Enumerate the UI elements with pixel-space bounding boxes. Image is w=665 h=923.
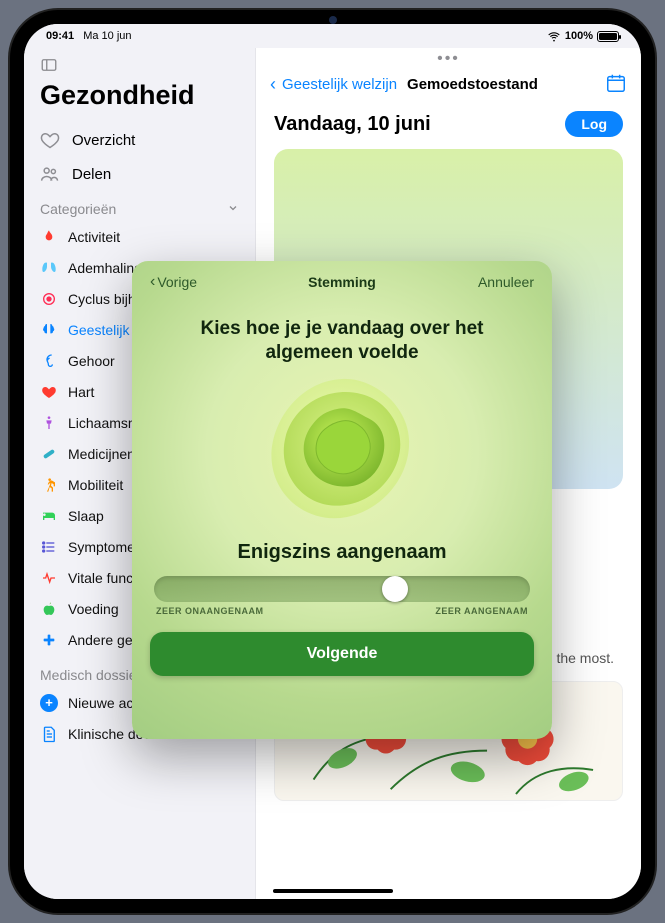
sidebar-item-overview[interactable]: Overzicht [24, 123, 255, 157]
log-button[interactable]: Log [565, 111, 623, 137]
category-label: Ademhaling [68, 260, 142, 276]
list-icon [40, 538, 58, 556]
status-date: Ma 10 jun [83, 30, 131, 42]
category-label: Slaap [68, 508, 104, 524]
modal-title: Stemming [308, 274, 376, 290]
category-label: Mobiliteit [68, 477, 123, 493]
bed-icon [40, 507, 58, 525]
category-label: Voeding [68, 601, 119, 617]
wifi-icon [547, 29, 561, 43]
chevron-left-icon: ‹ [150, 273, 155, 291]
mood-log-modal: ‹ Vorige Stemming Annuleer Kies hoe je j… [132, 261, 552, 739]
mood-blob-icon [257, 369, 427, 539]
today-title: Vandaag, 10 juni [274, 113, 431, 136]
modal-prompt: Kies hoe je je vandaag over het algemeen… [172, 317, 512, 365]
calendar-icon[interactable] [605, 72, 627, 94]
apple-icon [40, 600, 58, 618]
cycle-icon [40, 290, 58, 308]
battery-icon [597, 31, 619, 42]
modal-back-label: Vorige [157, 274, 197, 290]
status-bar: 09:41 Ma 10 jun 100% [24, 24, 641, 48]
multitask-dots[interactable]: ••• [256, 48, 641, 70]
lungs-icon [40, 259, 58, 277]
chevron-down-icon [227, 201, 239, 217]
sidebar-categories-header[interactable]: Categorieën [24, 191, 255, 221]
modal-cancel-button[interactable]: Annuleer [478, 274, 534, 290]
pill-icon [40, 445, 58, 463]
category-label: Activiteit [68, 229, 120, 245]
category-label: Medicijnen [68, 446, 135, 462]
slider-thumb[interactable] [382, 576, 408, 602]
chevron-left-icon[interactable]: ‹ [270, 74, 276, 95]
home-indicator[interactable] [273, 889, 393, 893]
people-icon [40, 164, 60, 184]
slider-min-label: ZEER ONAANGENAAM [156, 606, 264, 616]
document-icon [40, 725, 58, 743]
section-label: Categorieën [40, 201, 116, 217]
slider-track[interactable] [154, 576, 530, 602]
brain-icon [40, 321, 58, 339]
sidebar-title: Gezondheid [24, 78, 255, 123]
sidebar-topbar [24, 54, 255, 78]
breadcrumb-parent[interactable]: Geestelijk welzijn [282, 76, 397, 93]
status-right: 100% [547, 29, 619, 43]
mood-value-label: Enigszins aangenaam [150, 541, 534, 564]
sidebar-item-label: Delen [72, 166, 111, 183]
category-label: Gehoor [68, 353, 115, 369]
sidebar-item-label: Overzicht [72, 132, 135, 149]
vitals-icon [40, 569, 58, 587]
camera-dot [329, 16, 337, 24]
ear-icon [40, 352, 58, 370]
next-button[interactable]: Volgende [150, 632, 534, 676]
status-time: 09:41 [46, 30, 74, 42]
plus-circle-icon: + [40, 694, 58, 712]
modal-header: ‹ Vorige Stemming Annuleer [150, 273, 534, 291]
main-breadcrumb: ‹ Geestelijk welzijn Gemoedstoestand [256, 70, 641, 105]
body-icon [40, 414, 58, 432]
status-battery-pct: 100% [565, 30, 593, 42]
sidebar-item-share[interactable]: Delen [24, 157, 255, 191]
modal-back-button[interactable]: ‹ Vorige [150, 273, 197, 291]
slider-max-label: ZEER AANGENAAM [435, 606, 528, 616]
sidebar-toggle-icon[interactable] [40, 56, 58, 74]
app-body: Gezondheid Overzicht Delen Categorieën [24, 48, 641, 899]
mood-slider[interactable]: ZEER ONAANGENAAM ZEER AANGENAAM [154, 576, 530, 616]
section-label: Medisch dossier [40, 667, 141, 683]
category-label: Hart [68, 384, 94, 400]
mood-blob [150, 369, 534, 539]
today-header: Vandaag, 10 juni Log [256, 105, 641, 149]
walk-icon [40, 476, 58, 494]
plus-icon [40, 631, 58, 649]
flame-icon [40, 228, 58, 246]
heart-icon [40, 383, 58, 401]
sidebar-category-flame[interactable]: Activiteit [24, 221, 255, 252]
screen: 09:41 Ma 10 jun 100% Gezondheid [24, 24, 641, 899]
device-frame: 09:41 Ma 10 jun 100% Gezondheid [10, 10, 655, 913]
status-left: 09:41 Ma 10 jun [46, 30, 132, 42]
slider-labels: ZEER ONAANGENAAM ZEER AANGENAAM [154, 606, 530, 616]
heart-outline-icon [40, 130, 60, 150]
breadcrumb-current: Gemoedstoestand [407, 76, 538, 93]
